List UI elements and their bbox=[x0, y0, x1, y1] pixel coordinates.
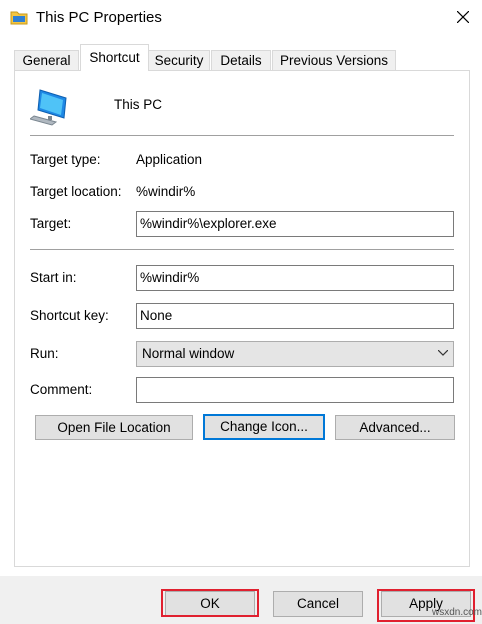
tab-previous-versions[interactable]: Previous Versions bbox=[272, 50, 396, 70]
cancel-button[interactable]: Cancel bbox=[273, 591, 363, 617]
start-in-label: Start in: bbox=[30, 270, 77, 285]
computer-icon bbox=[28, 88, 70, 129]
tab-security[interactable]: Security bbox=[148, 50, 210, 70]
ok-highlight bbox=[161, 589, 259, 617]
window-title: This PC Properties bbox=[36, 9, 162, 26]
target-label: Target: bbox=[30, 216, 72, 231]
run-select-value: Normal window bbox=[142, 346, 235, 361]
start-in-field[interactable]: %windir% bbox=[136, 265, 454, 291]
watermark: wsxdn.com bbox=[432, 607, 482, 618]
advanced-button[interactable]: Advanced... bbox=[335, 415, 455, 440]
tab-shortcut[interactable]: Shortcut bbox=[80, 44, 149, 71]
close-icon bbox=[457, 11, 469, 23]
target-field[interactable]: %windir%\explorer.exe bbox=[136, 211, 454, 237]
change-icon-button[interactable]: Change Icon... bbox=[203, 414, 325, 440]
run-label: Run: bbox=[30, 346, 59, 361]
target-location-label: Target location: bbox=[30, 184, 122, 199]
run-select[interactable]: Normal window bbox=[136, 341, 454, 367]
shortcut-name: This PC bbox=[114, 97, 163, 112]
comment-field[interactable] bbox=[136, 377, 454, 403]
shortcut-key-label: Shortcut key: bbox=[30, 308, 109, 323]
tab-details[interactable]: Details bbox=[211, 50, 271, 70]
title-bar: This PC Properties bbox=[0, 0, 482, 36]
close-button[interactable] bbox=[445, 0, 482, 34]
comment-label: Comment: bbox=[30, 382, 93, 397]
open-file-location-button[interactable]: Open File Location bbox=[35, 415, 193, 440]
shortcut-key-field[interactable]: None bbox=[136, 303, 454, 329]
divider bbox=[30, 249, 454, 250]
tab-general[interactable]: General bbox=[14, 50, 79, 70]
target-type-value: Application bbox=[136, 152, 203, 167]
divider bbox=[30, 135, 454, 136]
target-type-label: Target type: bbox=[30, 152, 101, 167]
folder-icon bbox=[10, 9, 28, 25]
target-location-value: %windir% bbox=[136, 184, 196, 199]
chevron-down-icon bbox=[438, 350, 448, 356]
